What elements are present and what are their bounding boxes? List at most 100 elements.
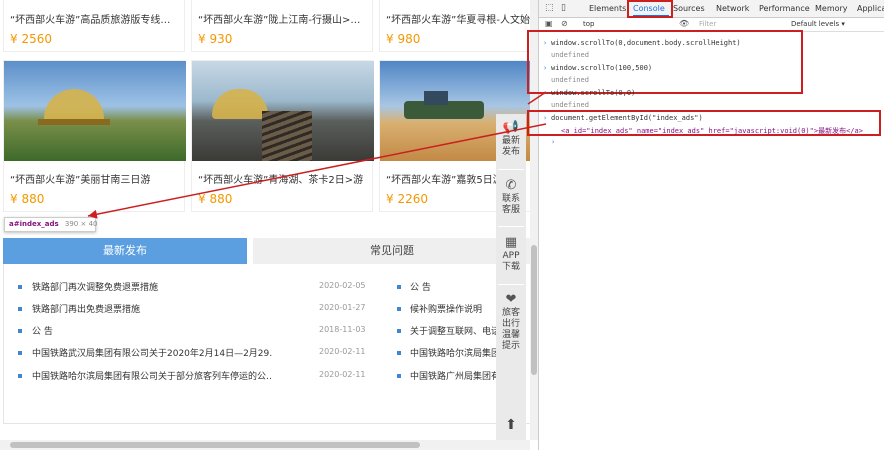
tab-performance[interactable]: Performance [759, 4, 810, 13]
divider [498, 169, 524, 170]
tour-card[interactable]: “坏西部火车游”陇上江南-行摄山>水陇南… ¥ 930 [191, 0, 373, 52]
sidebar-label: 温馨 [501, 330, 520, 340]
tab-sources[interactable]: Sources [673, 4, 705, 13]
floating-sidebar: 📢 最新 发布 ✆ 联系 客服 ▦ APP 下载 ❤ 旅客 出行 温馨 提示 ⬆ [496, 114, 526, 444]
tour-title: “坏西部火车游”青海湖、茶卡2日>游 [198, 175, 364, 186]
megaphone-icon: 📢 [502, 120, 520, 135]
news-date: 2020-02-11 [319, 347, 366, 356]
sidebar-latest[interactable]: 📢 最新 发布 [496, 120, 526, 158]
console-input-line: › document.getElementById("index_ads") [543, 114, 703, 122]
news-date: 2020-01-27 [319, 303, 366, 312]
bullet-icon [397, 374, 401, 378]
back-to-top-button[interactable]: ⬆ [496, 410, 526, 440]
prompt-chevron-icon: › [543, 89, 548, 97]
news-link[interactable]: 中国铁路哈尔滨局集团… [410, 346, 500, 359]
sidebar-label: 出行 [501, 319, 520, 329]
tour-card[interactable]: “坏西部火车游”高品质旅游版专线列车 ¥ 2560 [3, 0, 185, 52]
sidebar-tips[interactable]: ❤ 旅客 出行 温馨 提示 [496, 292, 526, 352]
prompt-chevron-icon: › [543, 114, 548, 122]
hand-heart-icon: ❤ [505, 292, 517, 307]
tab-network[interactable]: Network [716, 4, 749, 13]
news-link[interactable]: 铁路部门再次调整免费退票措施 [32, 280, 158, 293]
console-input-line: › window.scrollTo(0,document.body.scroll… [543, 39, 741, 47]
bullet-icon [397, 329, 401, 333]
tour-card[interactable]: “坏西部火车游”青海湖、茶卡2日>游 ¥ 880 [191, 60, 374, 212]
sidebar-label: 最新 [501, 136, 520, 146]
news-link[interactable]: 公 告 [410, 280, 500, 293]
bullet-icon [18, 285, 22, 289]
arrow-up-icon: ⬆ [505, 417, 517, 433]
filter-input[interactable]: Filter [699, 20, 779, 28]
divider [498, 284, 524, 285]
tab-elements[interactable]: Elements [589, 4, 626, 13]
tour-title: “坏西部火车游”美丽甘南三日游 [10, 175, 151, 186]
scrollbar-thumb[interactable] [10, 442, 420, 448]
context-select[interactable]: top [583, 20, 594, 28]
news-link[interactable]: 候补购票操作说明 [410, 302, 500, 315]
tooltip-size: 390 × 40 [64, 220, 98, 228]
bullet-icon [397, 307, 401, 311]
sidebar-app[interactable]: ▦ APP 下载 [496, 235, 526, 273]
news-link[interactable]: 铁路部门再出免费退票措施 [32, 302, 140, 315]
news-list: 铁路部门再次调整免费退票措施 2020-02-05 铁路部门再出免费退票措施 2… [3, 264, 531, 424]
webpage-viewport: “坏西部火车游”高品质旅游版专线列车 ¥ 2560 “坏西部火车游”陇上江南-行… [0, 0, 538, 450]
news-date: 2020-02-11 [319, 370, 366, 379]
console-input-line: › window.scrollTo(0,0) [543, 89, 636, 97]
tooltip-selector: a#index_ads [9, 220, 59, 228]
tour-price: ¥ 880 [10, 192, 45, 206]
tab-faq[interactable]: 常见问题 [253, 238, 531, 264]
tab-memory[interactable]: Memory [815, 4, 848, 13]
news-link[interactable]: 中国铁路哈尔滨局集团有限公司关于部分旅客列车停运的公… [32, 369, 272, 382]
divider [498, 226, 524, 227]
news-date: 2020-02-05 [319, 281, 366, 290]
console-output-line: undefined [551, 51, 589, 59]
qrcode-icon: ▦ [504, 235, 518, 250]
console-output-line: undefined [551, 101, 589, 109]
sidebar-label: 下载 [501, 262, 520, 272]
console-output-line: undefined [551, 76, 589, 84]
news-link[interactable]: 关于调整互联网、电话… [410, 324, 500, 337]
tab-application[interactable]: Applicati [857, 4, 884, 13]
bullet-icon [18, 329, 22, 333]
tour-image [4, 61, 186, 161]
news-date: 2018-11-03 [319, 325, 366, 334]
news-link[interactable]: 公 告 [32, 324, 53, 337]
tour-price: ¥ 980 [386, 32, 421, 46]
tab-latest[interactable]: 最新发布 [3, 238, 247, 264]
tour-card[interactable]: “坏西部火车游”华夏寻根-人文始祖天… ¥ 980 [379, 0, 538, 52]
bullet-icon [18, 351, 22, 355]
tour-title: “坏西部火车游”陇上江南-行摄山>水陇南… [198, 15, 372, 26]
devtools-panel: ⬚ ▯ Elements Console Sources Network Per… [527, 0, 884, 450]
tour-card[interactable]: “坏西部火车游”美丽甘南三日游 ¥ 880 [3, 60, 186, 212]
console-tab-highlight [627, 0, 673, 18]
sidebar-label: 客服 [501, 205, 520, 215]
bullet-icon [397, 285, 401, 289]
sidebar-label: 联系 [501, 194, 520, 204]
tour-price: ¥ 2560 [10, 32, 52, 46]
element-inspect-tooltip: a#index_ads 390 × 40 [4, 217, 98, 232]
inspect-icon[interactable]: ⬚ [545, 3, 554, 13]
bullet-icon [18, 307, 22, 311]
horizontal-scrollbar[interactable] [0, 440, 530, 450]
prompt-chevron-icon: › [543, 39, 548, 47]
news-tabs: 最新发布 常见问题 [3, 238, 531, 264]
bullet-icon [397, 351, 401, 355]
bullet-icon [18, 374, 22, 378]
console-result-element[interactable]: <a id="index_ads" name="index_ads" href=… [561, 126, 863, 136]
console-prompt[interactable]: › [551, 138, 555, 146]
sidebar-toggle-icon[interactable]: ▣ [545, 19, 553, 28]
devtools-toolbar: ⬚ ▯ Elements Console Sources Network Per… [539, 0, 884, 18]
console-input-line: › window.scrollTo(100,500) [543, 64, 653, 72]
eye-icon[interactable]: 👁 [679, 19, 689, 28]
news-link[interactable]: 中国铁路武汉局集团有限公司关于2020年2月14日—2月29… [32, 346, 272, 359]
tour-title: “坏西部火车游”华夏寻根-人文始祖天… [386, 15, 538, 26]
sidebar-label: 发布 [501, 147, 520, 157]
sidebar-contact[interactable]: ✆ 联系 客服 [496, 178, 526, 216]
log-levels-select[interactable]: Default levels ▾ [791, 20, 845, 28]
device-toggle-icon[interactable]: ▯ [561, 3, 566, 13]
clear-console-icon[interactable]: ⊘ [561, 19, 568, 28]
scrollbar-thumb[interactable] [531, 245, 537, 375]
prompt-chevron-icon: › [543, 64, 548, 72]
sidebar-label: 提示 [501, 341, 520, 351]
tour-price: ¥ 880 [198, 192, 233, 206]
